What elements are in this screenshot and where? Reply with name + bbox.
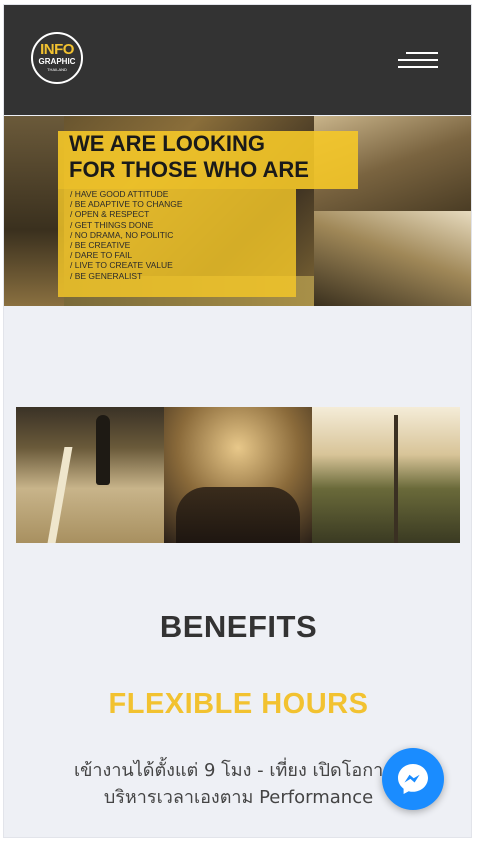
logo-line2: GRAPHIC [38, 57, 76, 66]
messenger-icon [398, 764, 428, 794]
quality-item: / LIVE TO CREATE VALUE [70, 260, 173, 271]
messenger-chat-button[interactable] [382, 748, 444, 810]
quality-item: / BE GENERALIST [70, 270, 143, 281]
quality-item: / DARE TO FAIL [70, 250, 133, 261]
quality-item: / HAVE GOOD ATTITUDE [70, 189, 169, 199]
page-frame: INFO GRAPHIC THAILAND WE ARE LOOKING FOR… [3, 4, 472, 838]
photo-street [16, 407, 164, 543]
hamburger-menu-icon[interactable] [396, 52, 438, 72]
team-photo-strip [16, 407, 460, 543]
site-logo[interactable]: INFO GRAPHIC THAILAND [31, 32, 83, 84]
hero-title-line1: WE ARE LOOKING [69, 131, 265, 156]
quality-item: / NO DRAMA, NO POLITIC [70, 229, 174, 240]
benefits-heading: BENEFITS [159, 609, 318, 644]
quality-item: / BE CREATIVE [70, 240, 131, 251]
quality-item: / BE ADAPTIVE TO CHANGE [70, 199, 183, 210]
qualities-list: / HAVE GOOD ATTITUDE / BE ADAPTIVE TO CH… [70, 189, 183, 281]
quality-item: / OPEN & RESPECT [70, 209, 150, 220]
hero-title: WE ARE LOOKING FOR THOSE WHO ARE [69, 131, 309, 183]
quality-item: / GET THINGS DONE [70, 219, 154, 230]
hero-title-line2: FOR THOSE WHO ARE [69, 157, 309, 182]
site-header: INFO GRAPHIC THAILAND [4, 5, 471, 115]
photo-outdoor [312, 407, 460, 543]
benefit-title: FLEXIBLE HOURS [108, 688, 369, 720]
hero-banner-image: WE ARE LOOKING FOR THOSE WHO ARE / HAVE … [4, 116, 471, 306]
logo-line1: INFO [40, 41, 74, 58]
logo-line3: THAILAND [47, 67, 67, 72]
